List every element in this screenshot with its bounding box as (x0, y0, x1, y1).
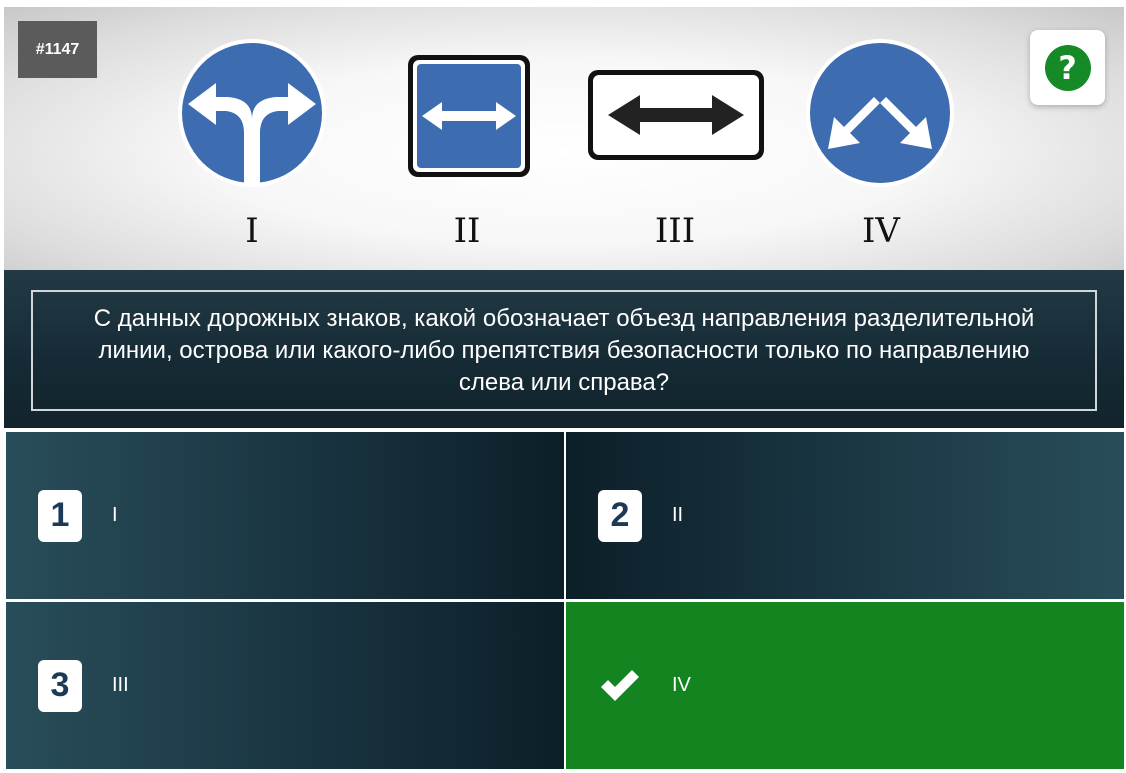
answer-option-3[interactable]: 3 III (6, 602, 564, 769)
answer-option-1[interactable]: 1 I (6, 432, 564, 599)
sign-two-way-plate-icon (588, 70, 764, 160)
answer-label: IV (672, 674, 691, 696)
sign-two-way-square-icon (408, 55, 530, 177)
question-mark-icon: ? (1044, 44, 1091, 91)
checkmark-icon (598, 660, 642, 712)
question-text: С данных дорожных знаков, какой обознача… (93, 304, 1035, 396)
answer-option-4[interactable]: IV (566, 602, 1124, 769)
answer-number-badge: 2 (598, 489, 642, 542)
answer-label: III (112, 674, 129, 696)
sign-label-3: III (654, 211, 696, 251)
sign-label-1: I (245, 211, 259, 251)
answer-number-badge: 3 (38, 659, 82, 712)
answer-number-badge: 1 (38, 489, 82, 542)
question-box: С данных дорожных знаков, какой обознача… (31, 290, 1097, 411)
question-id-badge: #1147 (18, 21, 97, 78)
sign-label-4: IV (862, 211, 900, 251)
sign-label-2: II (453, 211, 481, 251)
sign-pass-either-side-icon (806, 39, 954, 187)
question-image: #1147 ? I II III IV (4, 7, 1124, 270)
sign-straight-or-fork-icon (178, 39, 326, 187)
question-panel: С данных дорожных знаков, какой обознача… (4, 270, 1124, 428)
help-button[interactable]: ? (1030, 30, 1105, 105)
answer-option-2[interactable]: 2 II (566, 432, 1124, 599)
answer-label: II (672, 504, 684, 526)
answer-label: I (112, 504, 118, 526)
quiz-card: #1147 ? I II III IV С данных дорожных зн… (0, 0, 1126, 773)
